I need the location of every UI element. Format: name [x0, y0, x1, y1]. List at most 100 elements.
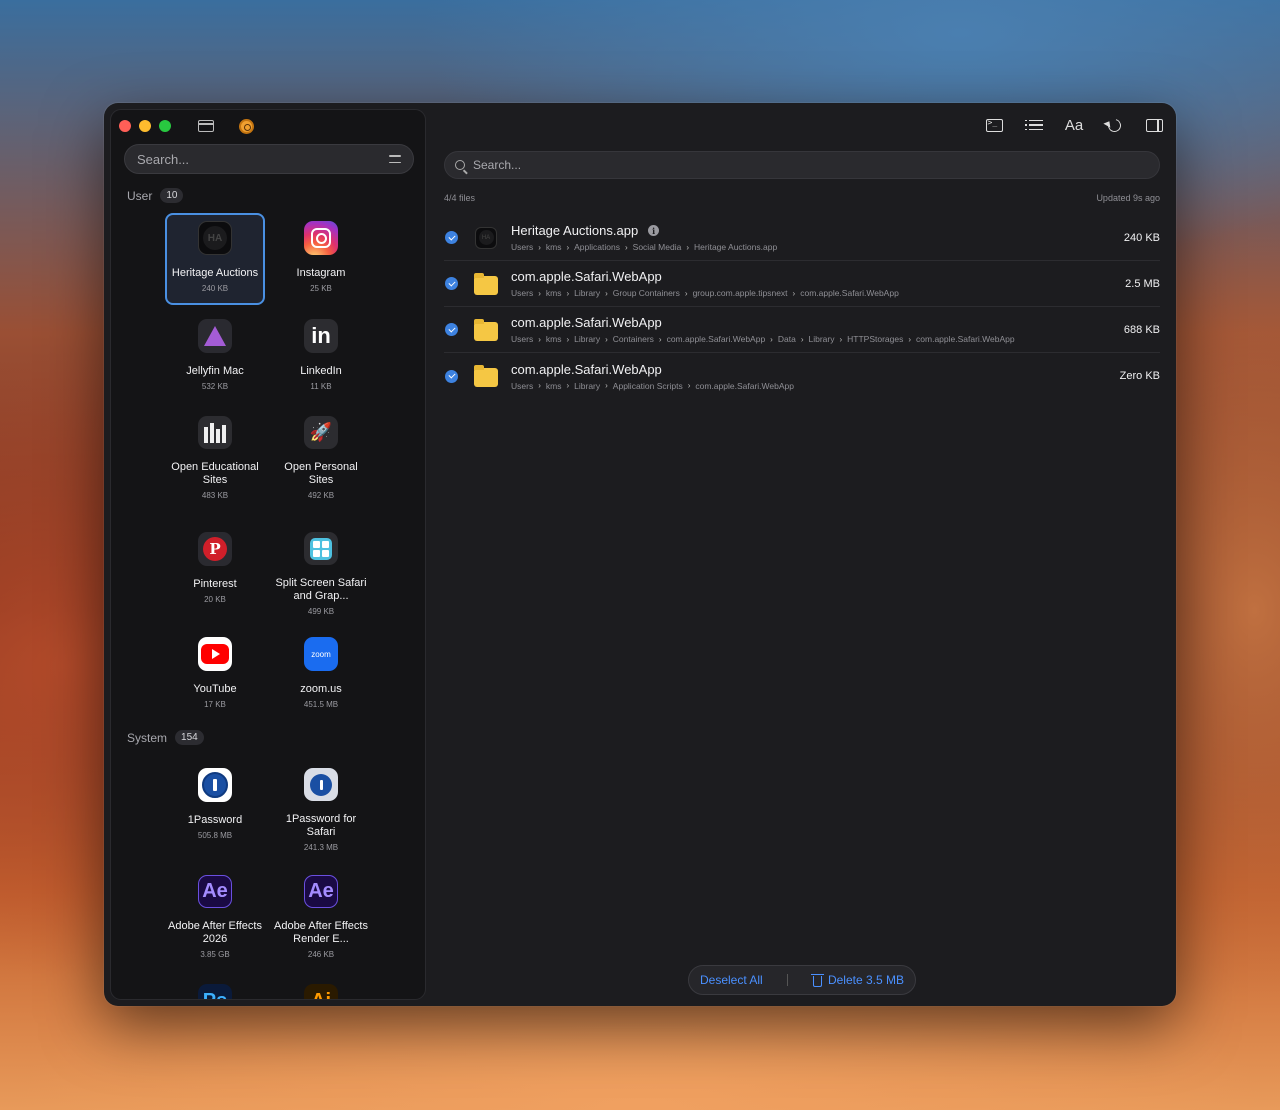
- sidebar-search-input[interactable]: [137, 151, 389, 167]
- filter-icon[interactable]: [389, 155, 401, 163]
- sidebar-toggle-icon[interactable]: [197, 118, 215, 134]
- main-search-input[interactable]: [473, 158, 1149, 172]
- app-tile[interactable]: 1Password 505.8 MB: [165, 760, 265, 852]
- 1password-icon: [198, 768, 232, 802]
- app-tile[interactable]: Ae Adobe After Effects Render E... 246 KB: [271, 867, 371, 959]
- checkbox-checked-icon[interactable]: [445, 369, 458, 383]
- path-segment[interactable]: Library: [808, 334, 834, 344]
- system-section-header: System 154: [127, 730, 204, 745]
- refresh-icon[interactable]: [1104, 115, 1124, 135]
- path-segment[interactable]: com.apple.Safari.WebApp: [667, 334, 766, 344]
- app-size: 246 KB: [307, 950, 335, 959]
- app-size: 505.8 MB: [197, 831, 233, 840]
- user-section-label: User: [127, 188, 153, 203]
- app-badge-icon[interactable]: [237, 118, 255, 134]
- app-tile[interactable]: Open Educational Sites 483 KB: [165, 408, 265, 500]
- delete-button[interactable]: Delete 3.5 MB: [810, 973, 904, 987]
- path-segment[interactable]: Library: [574, 381, 600, 391]
- path-segment[interactable]: kms: [546, 288, 562, 298]
- path-segment[interactable]: HTTPStorages: [847, 334, 903, 344]
- chevron-right-icon: ›: [605, 288, 608, 298]
- path-segment[interactable]: group.com.apple.tipsnext: [693, 288, 788, 298]
- inspector-toggle-icon[interactable]: [1144, 115, 1164, 135]
- path-segment[interactable]: com.apple.Safari.WebApp: [916, 334, 1015, 344]
- list-view-icon[interactable]: [1024, 115, 1044, 135]
- chevron-right-icon: ›: [538, 334, 541, 344]
- path-segment[interactable]: kms: [546, 242, 562, 252]
- rocket-icon: 🚀: [304, 416, 338, 449]
- user-count-badge: 10: [160, 188, 184, 203]
- app-name: YouTube: [193, 683, 237, 695]
- app-tile[interactable]: P Pinterest 20 KB: [165, 524, 265, 616]
- file-row[interactable]: com.apple.Safari.WebApp Users › kms › Library…: [444, 261, 1160, 307]
- file-name: com.apple.Safari.WebApp: [511, 315, 662, 330]
- file-details: com.apple.Safari.WebApp Users › kms › Library…: [511, 315, 1124, 344]
- checkbox-checked-icon[interactable]: [445, 231, 458, 244]
- file-row[interactable]: com.apple.Safari.WebApp Users › kms › Library…: [444, 353, 1160, 399]
- app-size: 532 KB: [201, 382, 229, 391]
- app-tile[interactable]: Split Screen Safari and Grap... 499 KB: [271, 524, 371, 616]
- app-tile[interactable]: Ae Adobe After Effects 2026 3.85 GB: [165, 867, 265, 959]
- illustrator-icon: Ai: [304, 984, 338, 999]
- folder-icon: [474, 272, 498, 296]
- app-tile[interactable]: YouTube 17 KB: [165, 629, 265, 721]
- app-tile[interactable]: Instagram 25 KB: [271, 213, 371, 305]
- app-size: 492 KB: [307, 491, 335, 500]
- close-window-button[interactable]: [119, 120, 131, 132]
- path-segment[interactable]: Applications: [574, 242, 620, 252]
- chevron-right-icon: ›: [770, 334, 773, 344]
- terminal-icon[interactable]: [984, 115, 1004, 135]
- checkbox-checked-icon[interactable]: [445, 277, 458, 290]
- app-window: User 10 HA Heritage Auctions 240 KB Instagr…: [104, 103, 1176, 1006]
- chevron-right-icon: ›: [687, 381, 691, 390]
- library-icon: [198, 416, 232, 449]
- path-segment[interactable]: Library: [574, 334, 600, 344]
- app-file-glyph: HA: [478, 230, 494, 245]
- font-size-button[interactable]: Aa: [1064, 115, 1084, 135]
- path-segment[interactable]: Users: [511, 381, 533, 391]
- path-segment[interactable]: Library: [574, 288, 600, 298]
- app-tile[interactable]: zoom zoom.us 451.5 MB: [271, 629, 371, 721]
- path-segment[interactable]: Users: [511, 288, 533, 298]
- zoom-icon: zoom: [304, 637, 338, 671]
- app-tile[interactable]: Jellyfin Mac 532 KB: [165, 311, 265, 403]
- path-segment[interactable]: kms: [546, 381, 562, 391]
- app-tile[interactable]: Ps: [165, 976, 265, 999]
- path-segment[interactable]: Data: [778, 334, 796, 344]
- action-divider: [787, 974, 789, 986]
- path-segment[interactable]: kms: [546, 334, 562, 344]
- deselect-all-button[interactable]: Deselect All: [700, 973, 763, 987]
- trash-icon: [810, 973, 824, 987]
- path-segment[interactable]: Heritage Auctions.app: [694, 242, 777, 252]
- app-tile[interactable]: 🚀 Open Personal Sites 492 KB: [271, 408, 371, 500]
- minimize-window-button[interactable]: [139, 120, 151, 132]
- app-tile[interactable]: Ai: [271, 976, 371, 999]
- after-effects-icon: Ae: [198, 875, 232, 908]
- file-name: Heritage Auctions.app: [511, 223, 639, 238]
- file-meta: 4/4 files Updated 9s ago: [444, 193, 1160, 203]
- chevron-right-icon: ›: [908, 334, 912, 344]
- path-segment[interactable]: Users: [511, 242, 533, 252]
- path-segment[interactable]: Social Media: [633, 242, 682, 252]
- path-segment[interactable]: com.apple.Safari.WebApp: [695, 381, 794, 391]
- file-size: 688 KB: [1123, 323, 1160, 336]
- app-tile[interactable]: in LinkedIn 11 KB: [271, 311, 371, 403]
- app-tile[interactable]: HA Heritage Auctions 240 KB: [165, 213, 265, 305]
- path-segment[interactable]: com.apple.Safari.WebApp: [800, 288, 899, 298]
- folder-icon: [474, 364, 498, 388]
- path-segment[interactable]: Application Scripts: [613, 381, 683, 391]
- path-segment[interactable]: Group Containers: [613, 288, 680, 298]
- chevron-right-icon: ›: [538, 242, 541, 252]
- file-row[interactable]: HA Heritage Auctions.app i Users › kms › Applic…: [444, 215, 1160, 261]
- path-segment[interactable]: Users: [511, 334, 533, 344]
- app-name: Open Personal Sites: [284, 461, 358, 486]
- checkbox-checked-icon[interactable]: [445, 323, 458, 336]
- zoom-window-button[interactable]: [159, 120, 171, 132]
- sidebar-search: [124, 144, 414, 174]
- app-tile[interactable]: 1Password for Safari 241.3 MB: [271, 760, 371, 852]
- path-segment[interactable]: Containers: [613, 334, 654, 344]
- split-screen-icon: [304, 532, 338, 565]
- file-row[interactable]: com.apple.Safari.WebApp Users › kms › Library…: [444, 307, 1160, 353]
- info-icon[interactable]: i: [648, 225, 660, 236]
- toolbar: Aa: [984, 115, 1164, 135]
